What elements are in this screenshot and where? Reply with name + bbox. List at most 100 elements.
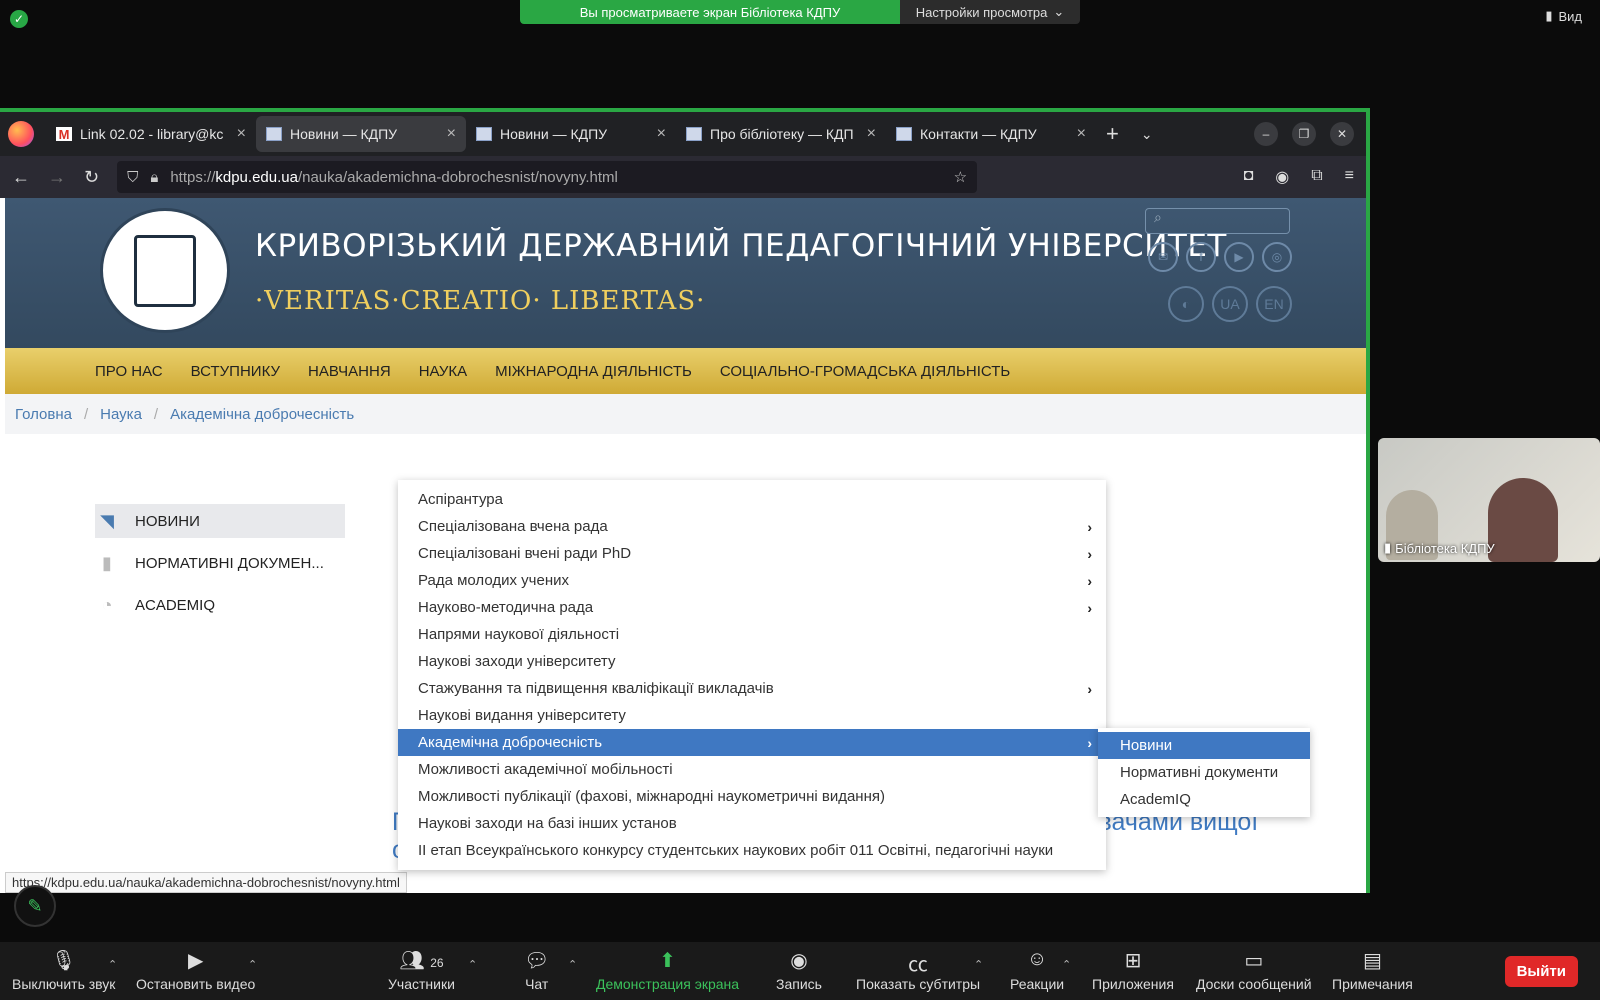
facebook-icon[interactable]: f: [1186, 242, 1216, 272]
instagram-icon[interactable]: ◎: [1262, 242, 1292, 272]
tab-about-library[interactable]: Про бібліотеку — КДП ×: [676, 116, 886, 152]
chevron-up-icon[interactable]: ⌃: [568, 958, 577, 971]
pocket-icon[interactable]: ◘: [1244, 167, 1254, 187]
captions-button[interactable]: ㏄ Показать субтитры: [856, 948, 980, 992]
forward-arrow-icon[interactable]: →: [48, 167, 66, 188]
menu-about[interactable]: ПРО НАС: [95, 363, 163, 380]
tab-news-active[interactable]: Новини — КДПУ ×: [256, 116, 466, 152]
submenu-item-documents[interactable]: Нормативні документи: [1098, 759, 1310, 786]
dropdown-item-label: Спеціалізовані вчені ради PhD: [418, 545, 632, 562]
chat-button[interactable]: 💬︎ Чат: [524, 948, 549, 992]
sidebar-item-documents[interactable]: ▮ НОРМАТИВНІ ДОКУМЕН...: [95, 546, 345, 580]
annotate-pencil-icon[interactable]: ✎: [14, 885, 56, 927]
dropdown-item[interactable]: Напрями наукової діяльності: [398, 621, 1106, 648]
close-icon[interactable]: ×: [657, 125, 666, 143]
chevron-up-icon[interactable]: ⌃: [468, 958, 477, 971]
view-button[interactable]: ▮ Вид: [1545, 8, 1582, 24]
apps-button[interactable]: ⊞ Приложения: [1092, 948, 1174, 992]
breadcrumb-integrity[interactable]: Академічна доброчесність: [170, 406, 354, 423]
breadcrumb-home[interactable]: Головна: [15, 406, 72, 423]
reload-icon[interactable]: ↻: [84, 167, 99, 188]
back-arrow-icon[interactable]: ←: [12, 167, 30, 188]
dropdown-item[interactable]: Аспірантура: [398, 486, 1106, 513]
lang-en[interactable]: EN: [1256, 286, 1292, 322]
url-host: kdpu.edu.ua: [215, 168, 298, 186]
camera-icon: ▶: [187, 950, 204, 972]
restore-icon[interactable]: ❐: [1292, 122, 1316, 146]
menu-social[interactable]: СОЦІАЛЬНО-ГРОМАДСЬКА ДІЯЛЬНІСТЬ: [720, 363, 1010, 380]
lock-icon[interactable]: 🔒︎: [150, 169, 158, 186]
hamburger-menu-icon[interactable]: ≡: [1345, 167, 1354, 187]
dropdown-item[interactable]: Наукові видання університету: [398, 702, 1106, 729]
tab-list-chevron-icon[interactable]: ⌄: [1141, 126, 1153, 143]
mail-icon[interactable]: ✉: [1148, 242, 1178, 272]
whiteboards-button[interactable]: ▭ Доски сообщений: [1196, 948, 1312, 992]
close-icon[interactable]: ×: [447, 125, 456, 143]
sidebar-item-news[interactable]: ◥ НОВИНИ: [95, 504, 345, 538]
dropdown-item-label: Можливості публікації (фахові, міжнародн…: [418, 788, 885, 805]
dropdown-item[interactable]: Можливості академічної мобільності: [398, 756, 1106, 783]
mute-button[interactable]: 🎙︎ Выключить звук: [12, 948, 115, 992]
new-tab-plus-icon[interactable]: +: [1106, 121, 1119, 147]
sidebar-item-label: ACADEMIQ: [135, 596, 216, 614]
whiteboard-icon: ▭: [1244, 950, 1264, 972]
dropdown-item[interactable]: Наукові заходи на базі інших установ: [398, 810, 1106, 837]
chevron-up-icon[interactable]: ⌃: [1062, 958, 1071, 971]
chevron-up-icon[interactable]: ⌃: [248, 958, 257, 971]
tracking-shield-icon[interactable]: ⛉: [127, 169, 138, 186]
firefox-icon[interactable]: [8, 121, 34, 147]
url-text: https://kdpu.edu.ua/nauka/akademichna-do…: [170, 169, 941, 186]
dropdown-item[interactable]: ІІ етап Всеукраїнського конкурсу студент…: [398, 837, 1106, 864]
lang-ua[interactable]: UA: [1212, 286, 1248, 322]
bookmark-star-icon[interactable]: ☆: [954, 168, 967, 186]
view-settings-button[interactable]: Настройки просмотра ⌄: [900, 0, 1080, 24]
menu-international[interactable]: МІЖНАРОДНА ДІЯЛЬНІСТЬ: [495, 363, 692, 380]
close-window-icon[interactable]: ✕: [1330, 122, 1354, 146]
url-prefix: https://: [170, 168, 216, 186]
dropdown-item[interactable]: Стажування та підвищення кваліфікації ви…: [398, 675, 1106, 702]
apps-icon: ⊞: [1124, 950, 1142, 972]
close-icon[interactable]: ×: [867, 125, 876, 143]
record-button[interactable]: ◉ Запись: [776, 948, 822, 992]
tab-gmail[interactable]: M Link 02.02 - library@kc ×: [46, 116, 256, 152]
dropdown-item[interactable]: Спеціалізовані вчені ради PhD ›: [398, 540, 1106, 567]
account-icon[interactable]: ◉: [1275, 167, 1289, 187]
tab-contacts[interactable]: Контакти — КДПУ ×: [886, 116, 1096, 152]
stop-video-button[interactable]: ▶ Остановить видео: [136, 948, 255, 992]
accessibility-icon[interactable]: ◐: [1168, 286, 1204, 322]
chevron-up-icon[interactable]: ⌃: [974, 958, 983, 971]
extensions-icon[interactable]: ⧉: [1311, 167, 1322, 187]
menu-applicants[interactable]: ВСТУПНИКУ: [191, 363, 280, 380]
submenu-item-news[interactable]: Новини: [1098, 732, 1310, 759]
dropdown-item[interactable]: Наукові заходи університету: [398, 648, 1106, 675]
site-search-input[interactable]: ⌕: [1145, 208, 1290, 234]
dropdown-item[interactable]: Рада молодих учених ›: [398, 567, 1106, 594]
close-icon[interactable]: ×: [1077, 125, 1086, 143]
dropdown-item[interactable]: Можливості публікації (фахові, міжнародн…: [398, 783, 1106, 810]
url-bar[interactable]: ⛉ 🔒︎ https://kdpu.edu.ua/nauka/akademich…: [117, 161, 978, 193]
leave-button[interactable]: Выйти: [1504, 956, 1578, 987]
share-banner: Вы просматриваете экран Бібліотека КДПУ: [520, 0, 900, 24]
participants-button[interactable]: 👥︎ 26 Участники: [388, 948, 455, 992]
university-logo[interactable]: [100, 208, 230, 333]
dropdown-item[interactable]: Спеціалізована вчена рада ›: [398, 513, 1106, 540]
university-motto: ·VERITAS·CREATIO· LIBERTAS·: [255, 286, 706, 316]
submenu-item-academiq[interactable]: AcademIQ: [1098, 786, 1310, 813]
tab-news[interactable]: Новини — КДПУ ×: [466, 116, 676, 152]
breadcrumb-science[interactable]: Наука: [100, 406, 142, 423]
menu-education[interactable]: НАВЧАННЯ: [308, 363, 391, 380]
menu-science[interactable]: НАУКА: [419, 363, 467, 380]
share-screen-button[interactable]: ⬆ Демонстрация экрана: [596, 948, 739, 992]
sidebar-item-academiq[interactable]: ◔ ACADEMIQ: [95, 588, 345, 622]
shield-icon[interactable]: ✓: [10, 10, 28, 28]
participant-video-tile[interactable]: ▮ Бібліотека КДПУ: [1378, 438, 1600, 562]
minimize-icon[interactable]: –: [1254, 122, 1278, 146]
notes-button[interactable]: ▤ Примечания: [1332, 948, 1413, 992]
reactions-button[interactable]: ☺ Реакции: [1010, 948, 1064, 992]
chevron-up-icon[interactable]: ⌃: [108, 958, 117, 971]
youtube-icon[interactable]: ▶: [1224, 242, 1254, 272]
dropdown-item-active[interactable]: Академічна доброчесність ›: [398, 729, 1106, 756]
close-icon[interactable]: ×: [237, 125, 246, 143]
dropdown-item[interactable]: Науково-методична рада ›: [398, 594, 1106, 621]
academiq-icon: ◔: [101, 594, 113, 615]
